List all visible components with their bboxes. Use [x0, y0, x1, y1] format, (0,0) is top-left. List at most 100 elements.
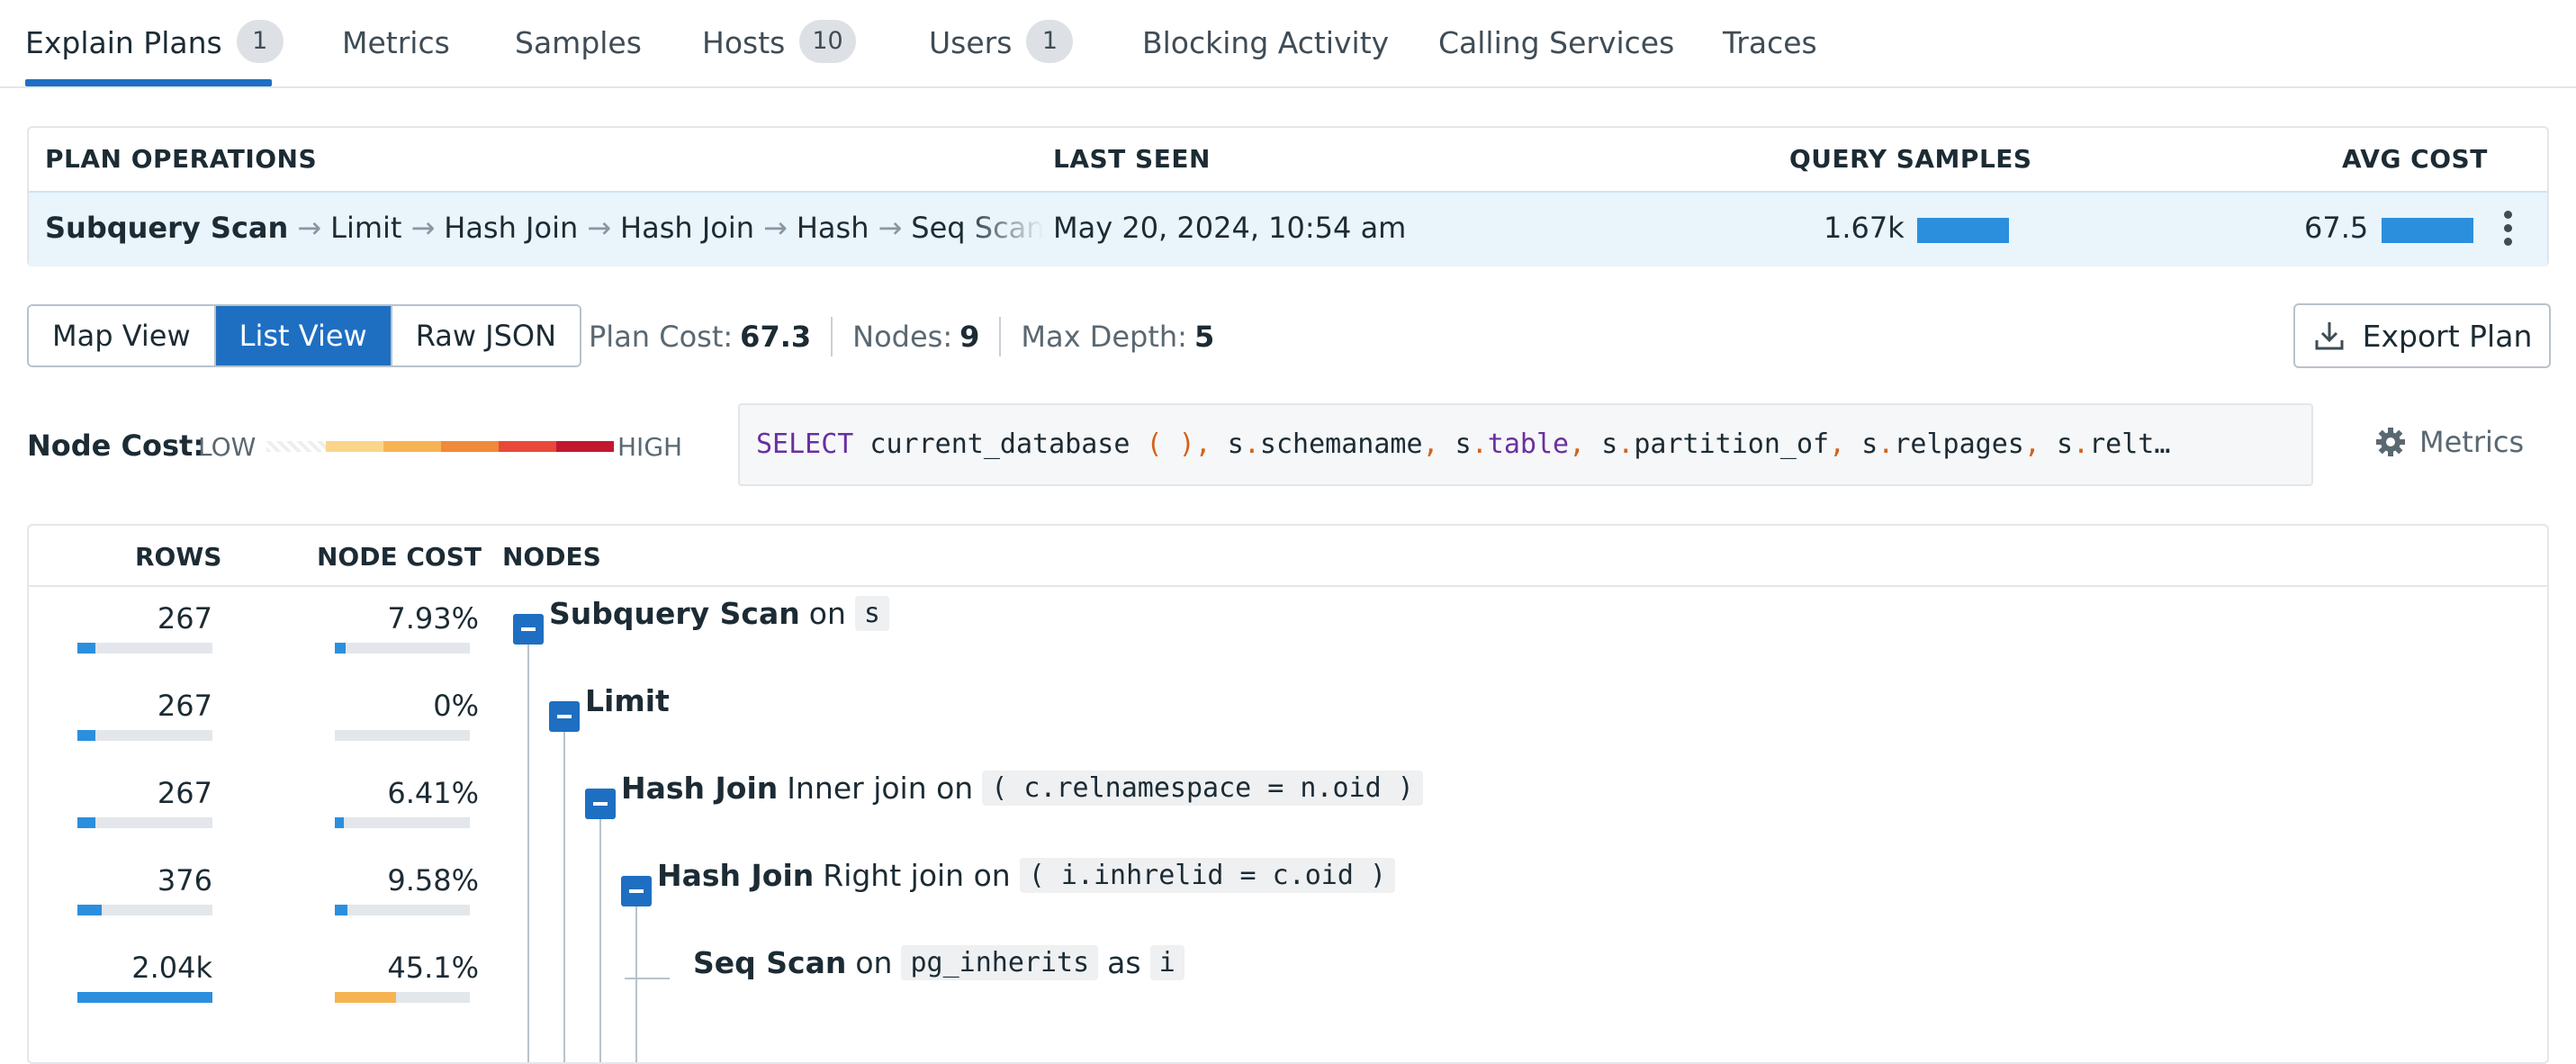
collapse-icon[interactable]	[585, 789, 616, 819]
column-header-plan-operations: PLAN OPERATIONS	[45, 144, 318, 174]
tab-samples[interactable]: Samples	[515, 25, 642, 88]
raw-json-button[interactable]: Raw JSON	[392, 306, 581, 365]
query-text-box[interactable]: SELECT current_database ( ), s.schemanam…	[738, 403, 2313, 486]
node-label: Subquery Scan on s	[549, 596, 898, 631]
node-text: as	[1107, 945, 1141, 980]
divider	[831, 317, 833, 356]
tab-traces[interactable]: Traces	[1723, 25, 1817, 88]
node-cost-bar	[335, 643, 470, 654]
plan-cost-label: Plan Cost:	[589, 320, 734, 354]
map-view-button[interactable]: Map View	[29, 306, 216, 365]
plan-row[interactable]: Subquery Scan → Limit → Hash Join → Hash Join →…	[29, 191, 2547, 266]
node-label: Limit	[585, 683, 679, 718]
rows-bar-fill	[77, 905, 102, 915]
download-icon	[2315, 322, 2344, 350]
column-header-query-samples: QUERY SAMPLES	[1789, 144, 2032, 174]
node-cost-value: 7.93%	[387, 601, 479, 636]
node-cost-scale	[266, 441, 614, 452]
tab-bar: Explain Plans 1 Metrics Samples Hosts 10 Users…	[0, 0, 2576, 88]
tab-users[interactable]: Users 1	[929, 20, 1074, 88]
rows-value: 267	[157, 776, 212, 810]
sql-token: ,	[2023, 428, 2040, 460]
rows-bar-fill	[77, 817, 95, 828]
tree-connector	[599, 819, 601, 1062]
tab-label: Metrics	[342, 25, 450, 60]
sql-token: s	[1845, 428, 1878, 460]
rows-value: 376	[157, 863, 212, 897]
max-depth-label: Max Depth:	[1021, 320, 1187, 354]
rows-bar	[77, 905, 212, 915]
sql-token: partition_of	[1634, 428, 1830, 460]
node-text: on	[808, 596, 846, 631]
rows-bar-fill	[77, 992, 212, 1003]
view-switcher: Map View List View Raw JSON	[27, 304, 582, 367]
node-type: Hash Join	[621, 771, 779, 806]
nodes-table-header: ROWS NODE COST NODES	[29, 526, 2547, 587]
tab-label: Samples	[515, 25, 642, 60]
tab-blocking-activity[interactable]: Blocking Activity	[1142, 25, 1389, 88]
plan-operation: Limit	[330, 211, 402, 245]
export-plan-button[interactable]: Export Plan	[2293, 303, 2551, 368]
max-depth-value: 5	[1193, 320, 1215, 354]
table-row[interactable]: 267 0% Limit	[29, 676, 2547, 763]
plan-cost-value: 67.3	[740, 320, 812, 354]
legend-low-label: LOW	[198, 432, 257, 462]
node-code: ( c.relnamespace = n.oid )	[982, 771, 1423, 806]
collapse-icon[interactable]	[549, 701, 580, 732]
plan-operations-table: PLAN OPERATIONS LAST SEEN QUERY SAMPLES …	[27, 126, 2549, 266]
sql-token: .	[1617, 428, 1635, 460]
sql-token: (	[1146, 428, 1163, 460]
node-code: i	[1149, 945, 1184, 980]
rows-value: 267	[157, 601, 212, 636]
node-cost-bar	[335, 905, 470, 915]
export-plan-label: Export Plan	[2362, 318, 2533, 354]
node-text: on	[855, 945, 893, 980]
column-header-last-seen: LAST SEEN	[1053, 144, 1211, 174]
node-label: Hash Join Right join on( i.inhrelid = c.o…	[657, 858, 1404, 893]
node-text: Right join on	[823, 858, 1011, 893]
collapse-icon[interactable]	[513, 614, 544, 645]
metrics-button[interactable]: Metrics	[2374, 425, 2524, 459]
table-row[interactable]: 2.04k 45.1% Seq Scan on pg_inherits as i	[29, 938, 2547, 1025]
sql-token: s	[1211, 428, 1244, 460]
count-badge: 10	[799, 20, 856, 63]
tab-hosts[interactable]: Hosts 10	[702, 20, 856, 88]
metrics-label: Metrics	[2419, 425, 2525, 459]
list-view-button[interactable]: List View	[215, 306, 392, 365]
node-cost-legend-label: Node Cost:	[27, 428, 205, 463]
rows-bar	[77, 643, 212, 654]
node-type: Hash Join	[657, 858, 815, 893]
sql-token: .	[1471, 428, 1488, 460]
nodes-label: Nodes:	[852, 320, 953, 354]
tab-metrics[interactable]: Metrics	[342, 25, 450, 88]
avg-cost-bar	[2382, 218, 2473, 243]
arrow-right-icon: →	[587, 211, 612, 245]
table-row[interactable]: 267 6.41% Hash Join Inner join on( c.relnam…	[29, 763, 2547, 851]
more-options-icon[interactable]	[2499, 205, 2517, 256]
sql-token: SELECT	[756, 428, 854, 460]
tab-calling-services[interactable]: Calling Services	[1438, 25, 1674, 88]
nodes-value: 9	[959, 320, 980, 354]
table-row[interactable]: 376 9.58% Hash Join Right join on( i.inhrel…	[29, 851, 2547, 938]
table-row[interactable]: 267 7.93% Subquery Scan on s	[29, 589, 2547, 676]
node-code: pg_inherits	[901, 945, 1099, 980]
plan-operations-path: Subquery Scan → Limit → Hash Join → Hash Join →…	[45, 211, 1044, 250]
arrow-right-icon: →	[297, 211, 322, 245]
arrow-right-icon: →	[878, 211, 903, 245]
tab-label: Blocking Activity	[1142, 25, 1390, 60]
plan-operation: Hash Join	[620, 211, 755, 245]
sql-token: current_database	[853, 428, 1147, 460]
plan-operation: Hash Join	[444, 211, 579, 245]
collapse-icon[interactable]	[621, 876, 652, 906]
node-code: ( i.inhrelid = c.oid )	[1019, 858, 1396, 893]
node-cost-value: 6.41%	[387, 776, 479, 810]
node-type: Limit	[585, 683, 670, 718]
sql-token: s	[1438, 428, 1472, 460]
sql-token: ,	[1569, 428, 1586, 460]
gear-icon	[2376, 428, 2405, 456]
node-label: Hash Join Inner join on( c.relnamespace =…	[621, 771, 1432, 806]
node-cost-bar-fill	[335, 643, 346, 654]
sql-token: ,	[1194, 428, 1211, 460]
sql-token: s	[1585, 428, 1618, 460]
column-header-nodes: NODES	[502, 542, 601, 572]
